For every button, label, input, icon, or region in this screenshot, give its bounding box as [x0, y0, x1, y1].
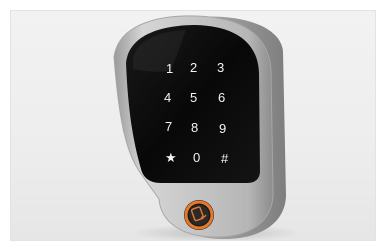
key-6: 6 [218, 90, 225, 105]
key-2: 2 [190, 60, 197, 75]
access-reader-device: 1 2 3 4 5 6 7 8 9 ★ 0 # [113, 15, 301, 240]
card-reader-icon [184, 200, 214, 230]
key-5: 5 [190, 90, 197, 105]
key-star: ★ [165, 150, 177, 165]
key-3: 3 [217, 60, 224, 75]
key-9: 9 [219, 121, 226, 136]
key-7: 7 [165, 119, 172, 134]
key-4: 4 [164, 90, 171, 105]
key-0: 0 [193, 150, 200, 165]
key-1: 1 [166, 61, 173, 76]
key-8: 8 [191, 120, 198, 135]
key-hash: # [221, 151, 229, 166]
product-photo-background: 1 2 3 4 5 6 7 8 9 ★ 0 # [10, 10, 376, 241]
photo-frame: 1 2 3 4 5 6 7 8 9 ★ 0 # [0, 0, 386, 251]
